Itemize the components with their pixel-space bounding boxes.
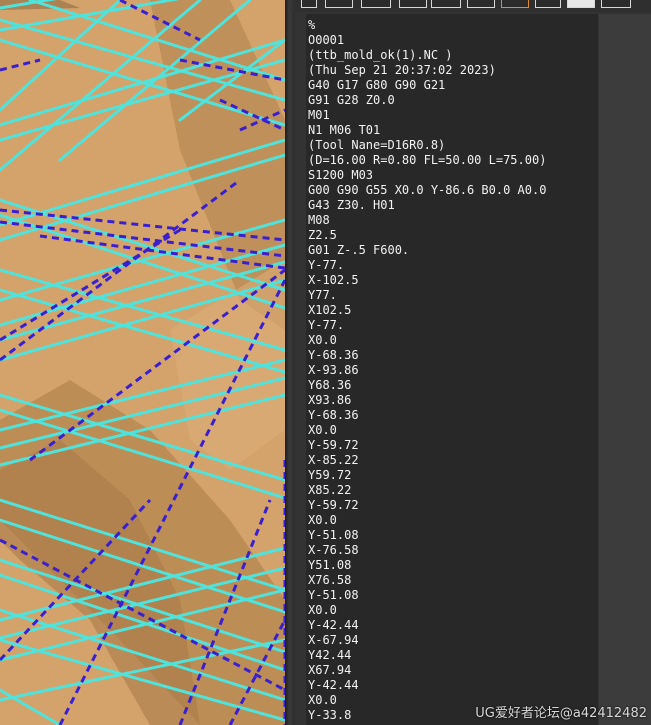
paste-icon[interactable] bbox=[431, 0, 461, 8]
code-line[interactable]: X67.94 bbox=[308, 663, 598, 678]
code-line[interactable]: X0.0 bbox=[308, 333, 598, 348]
code-line[interactable]: Y68.36 bbox=[308, 378, 598, 393]
code-line[interactable]: (Tool Nane=D16R0.8) bbox=[308, 138, 598, 153]
code-line[interactable]: X-85.22 bbox=[308, 453, 598, 468]
3d-toolpath-viewport[interactable] bbox=[0, 0, 285, 725]
add-icon[interactable] bbox=[601, 0, 631, 8]
code-line[interactable]: (ttb_mold_ok(1).NC ) bbox=[308, 48, 598, 63]
code-line[interactable]: X85.22 bbox=[308, 483, 598, 498]
image-icon[interactable] bbox=[567, 0, 595, 8]
code-line[interactable]: Y-68.36 bbox=[308, 408, 598, 423]
code-lines: % O0001 (ttb_mold_ok(1).NC ) (Thu Sep 21 20… bbox=[306, 14, 598, 723]
copy-icon[interactable] bbox=[399, 0, 427, 8]
code-line[interactable]: N1 M06 T01 bbox=[308, 123, 598, 138]
code-line[interactable]: X93.86 bbox=[308, 393, 598, 408]
code-line[interactable]: G43 Z30. H01 bbox=[308, 198, 598, 213]
code-line[interactable]: Y-51.08 bbox=[308, 528, 598, 543]
code-line[interactable]: G40 G17 G80 G90 G21 bbox=[308, 78, 598, 93]
app-window: % O0001 (ttb_mold_ok(1).NC ) (Thu Sep 21 20… bbox=[0, 0, 651, 725]
code-line[interactable]: X-67.94 bbox=[308, 633, 598, 648]
code-line[interactable]: X102.5 bbox=[308, 303, 598, 318]
watermark: UG爱好者论坛@a42412482 bbox=[475, 706, 647, 721]
code-line[interactable]: M01 bbox=[308, 108, 598, 123]
nc-editor-panel: % O0001 (ttb_mold_ok(1).NC ) (Thu Sep 21 20… bbox=[295, 0, 651, 725]
code-line[interactable]: Y-42.44 bbox=[308, 678, 598, 693]
code-line[interactable]: X76.58 bbox=[308, 573, 598, 588]
code-line[interactable]: M08 bbox=[308, 213, 598, 228]
cut-icon[interactable] bbox=[467, 0, 495, 8]
code-line[interactable]: X-76.58 bbox=[308, 543, 598, 558]
save-icon[interactable] bbox=[325, 0, 353, 8]
code-line[interactable]: Y-42.44 bbox=[308, 618, 598, 633]
code-line[interactable]: X0.0 bbox=[308, 423, 598, 438]
code-line[interactable]: O0001 bbox=[308, 33, 598, 48]
code-line[interactable]: G00 G90 G55 X0.0 Y-86.6 B0.0 A0.0 bbox=[308, 183, 598, 198]
code-line[interactable]: X0.0 bbox=[308, 603, 598, 618]
open-file-icon[interactable] bbox=[301, 0, 317, 8]
code-line[interactable]: Y42.44 bbox=[308, 648, 598, 663]
search-icon[interactable] bbox=[361, 0, 391, 8]
code-line[interactable]: (D=16.00 R=0.80 FL=50.00 L=75.00) bbox=[308, 153, 598, 168]
nc-code-editor[interactable]: % O0001 (ttb_mold_ok(1).NC ) (Thu Sep 21 20… bbox=[306, 14, 598, 725]
code-line[interactable]: Y59.72 bbox=[308, 468, 598, 483]
code-line[interactable]: % bbox=[308, 18, 598, 33]
code-line[interactable]: G01 Z-.5 F600. bbox=[308, 243, 598, 258]
code-line[interactable]: X0.0 bbox=[308, 513, 598, 528]
code-line[interactable]: X-102.5 bbox=[308, 273, 598, 288]
compare-icon[interactable] bbox=[535, 0, 561, 8]
code-line[interactable]: Y-68.36 bbox=[308, 348, 598, 363]
code-line[interactable]: Y-59.72 bbox=[308, 498, 598, 513]
code-line[interactable]: Y-59.72 bbox=[308, 438, 598, 453]
code-line[interactable]: Y77. bbox=[308, 288, 598, 303]
code-line[interactable]: Y-77. bbox=[308, 318, 598, 333]
code-line[interactable]: X-93.86 bbox=[308, 363, 598, 378]
code-line[interactable]: Y-77. bbox=[308, 258, 598, 273]
toolpath-render bbox=[0, 0, 285, 725]
code-line[interactable]: Y51.08 bbox=[308, 558, 598, 573]
panel-splitter[interactable] bbox=[285, 0, 295, 725]
code-line[interactable]: Z2.5 bbox=[308, 228, 598, 243]
editor-toolbar bbox=[295, 0, 651, 12]
code-line[interactable]: (Thu Sep 21 20:37:02 2023) bbox=[308, 63, 598, 78]
code-line[interactable]: S1200 M03 bbox=[308, 168, 598, 183]
editor-side-panel[interactable] bbox=[599, 14, 651, 725]
bracket-icon[interactable] bbox=[501, 0, 529, 8]
code-line[interactable]: G91 G28 Z0.0 bbox=[308, 93, 598, 108]
code-line[interactable]: Y-51.08 bbox=[308, 588, 598, 603]
